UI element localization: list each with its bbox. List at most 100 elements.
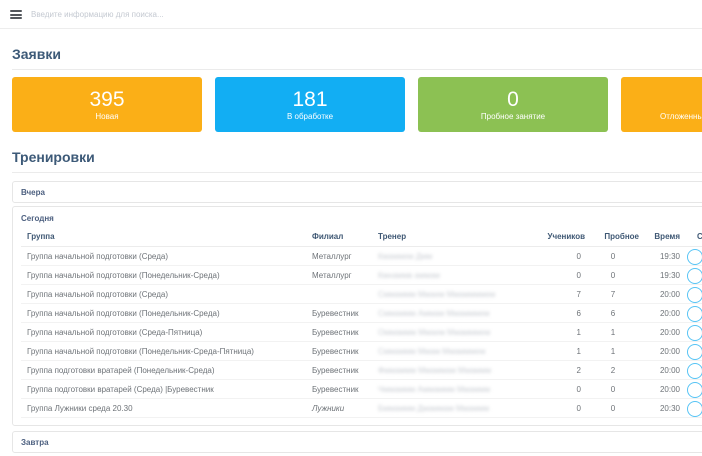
col-header-time: Время (640, 228, 681, 247)
cell-students: 0 (540, 266, 586, 285)
cell-students: 2 (540, 361, 586, 380)
cell-time: 19:30 (640, 247, 681, 266)
status-circle-icon[interactable] (687, 325, 702, 341)
panel-yesterday-label: Вчера (21, 188, 45, 197)
table-row[interactable]: Группа подготовки вратарей (Понедельник-… (21, 361, 702, 380)
cell-status (681, 266, 702, 285)
application-card[interactable]: 0 Пробное занятие (418, 77, 608, 132)
cell-trial: 6 (586, 304, 640, 323)
cell-students: 6 (540, 304, 586, 323)
status-circle-icon[interactable] (687, 401, 702, 417)
trainer-redacted-text: Бммаммм Дмаммам Ммаммм (378, 404, 489, 413)
cell-branch: Буревестник (306, 380, 372, 399)
applications-section: Заявки 395 Новая 181 В обработке 0 Пробн… (0, 46, 702, 132)
status-circle-icon[interactable] (687, 249, 702, 265)
panel-tomorrow[interactable]: Завтра (12, 431, 702, 453)
page-viewport: Заявки 395 Новая 181 В обработке 0 Пробн… (0, 0, 702, 456)
trainer-redacted-text: Сммаммм Аммам Ммамммем (378, 309, 490, 318)
cell-time: 20:00 (640, 361, 681, 380)
table-row[interactable]: Группа начальной подготовки (Понедельник… (21, 266, 702, 285)
panel-today-label[interactable]: Сегодня (21, 207, 702, 228)
trainer-redacted-text: Оммаммм Ммаем Ммамммем (378, 328, 490, 337)
cell-status (681, 323, 702, 342)
table-row[interactable]: Группа начальной подготовки (Среда-Пятни… (21, 323, 702, 342)
cell-time: 20:30 (640, 399, 681, 418)
cell-group: Группа начальной подготовки (Понедельник… (21, 342, 306, 361)
col-header-group: Группа (21, 228, 306, 247)
cell-branch: Буревестник (306, 323, 372, 342)
page-content: Заявки 395 Новая 181 В обработке 0 Пробн… (0, 0, 702, 453)
application-card[interactable]: Отложенные (621, 77, 702, 132)
col-header-trainer: Тренер (372, 228, 540, 247)
cell-trainer: Кмнаммв аммам (372, 266, 540, 285)
col-header-branch: Филиал (306, 228, 372, 247)
cell-trial: 0 (586, 399, 640, 418)
cell-students: 1 (540, 342, 586, 361)
status-circle-icon[interactable] (687, 344, 702, 360)
trainings-title: Тренировки (12, 149, 702, 173)
topbar (0, 0, 702, 29)
cell-trial: 0 (586, 266, 640, 285)
cell-trainer: Бммаммм Дмаммам Ммаммм (372, 399, 540, 418)
cell-branch (306, 285, 372, 304)
card-label: Отложенные (621, 112, 702, 121)
card-label: Пробное занятие (481, 112, 545, 121)
card-value: 395 (89, 88, 124, 111)
cell-trial: 0 (586, 247, 640, 266)
panel-yesterday[interactable]: Вчера (12, 181, 702, 203)
cell-branch: Металлург (306, 266, 372, 285)
cell-branch: Лужники (306, 399, 372, 418)
application-cards: 395 Новая 181 В обработке 0 Пробное заня… (12, 77, 702, 132)
cell-status (681, 304, 702, 323)
application-card[interactable]: 395 Новая (12, 77, 202, 132)
col-header-students: Учеников (540, 228, 586, 247)
trainer-redacted-text: Кмнаммв аммам (378, 271, 440, 280)
cell-trial: 1 (586, 323, 640, 342)
table-row[interactable]: Группа начальной подготовки (Понедельник… (21, 304, 702, 323)
trainings-section: Тренировки Вчера Сегодня Группа Филиал (0, 149, 702, 453)
col-header-trial: Пробное (586, 228, 640, 247)
panel-today: Сегодня Группа Филиал Тренер Учеников Пр… (12, 206, 702, 426)
trainer-redacted-text: Кмаммем Дмм (378, 252, 432, 261)
card-label: Новая (95, 112, 118, 121)
cell-trial: 1 (586, 342, 640, 361)
trainings-table: Группа Филиал Тренер Учеников Пробное Вр… (21, 228, 702, 418)
search-input[interactable] (31, 10, 261, 19)
status-circle-icon[interactable] (687, 287, 702, 303)
card-value: 181 (292, 88, 327, 111)
status-circle-icon[interactable] (687, 382, 702, 398)
cell-status (681, 285, 702, 304)
cell-group: Группа начальной подготовки (Понедельник… (21, 266, 306, 285)
cell-status (681, 247, 702, 266)
applications-title: Заявки (12, 46, 702, 70)
cell-time: 20:00 (640, 380, 681, 399)
trainer-redacted-text: Чммаммм Аммаммм Ммаммм (378, 385, 490, 394)
status-circle-icon[interactable] (687, 363, 702, 379)
table-row[interactable]: Группа начальной подготовки (Среда) Смма… (21, 285, 702, 304)
cell-time: 19:30 (640, 266, 681, 285)
status-circle-icon[interactable] (687, 306, 702, 322)
status-circle-icon[interactable] (687, 268, 702, 284)
cell-students: 0 (540, 247, 586, 266)
card-label: В обработке (287, 112, 333, 121)
cell-group: Группа начальной подготовки (Понедельник… (21, 304, 306, 323)
cell-time: 20:00 (640, 285, 681, 304)
table-row[interactable]: Группа начальной подготовки (Среда) Мета… (21, 247, 702, 266)
cell-group: Группа начальной подготовки (Среда-Пятни… (21, 323, 306, 342)
cell-time: 20:00 (640, 304, 681, 323)
table-header-row: Группа Филиал Тренер Учеников Пробное Вр… (21, 228, 702, 247)
cell-students: 0 (540, 399, 586, 418)
trainer-redacted-text: Фммаммм Ммаммам Ммаммм (378, 366, 491, 375)
cell-students: 0 (540, 380, 586, 399)
cell-trial: 2 (586, 361, 640, 380)
table-row[interactable]: Группа подготовки вратарей (Среда) |Буре… (21, 380, 702, 399)
cell-branch: Буревестник (306, 361, 372, 380)
cell-status (681, 342, 702, 361)
menu-icon[interactable] (10, 9, 22, 21)
cell-group: Группа подготовки вратарей (Среда) |Буре… (21, 380, 306, 399)
table-row[interactable]: Группа Лужники среда 20.30 Лужники Бммам… (21, 399, 702, 418)
cell-trial: 7 (586, 285, 640, 304)
cell-branch: Буревестник (306, 304, 372, 323)
table-row[interactable]: Группа начальной подготовки (Понедельник… (21, 342, 702, 361)
application-card[interactable]: 181 В обработке (215, 77, 405, 132)
